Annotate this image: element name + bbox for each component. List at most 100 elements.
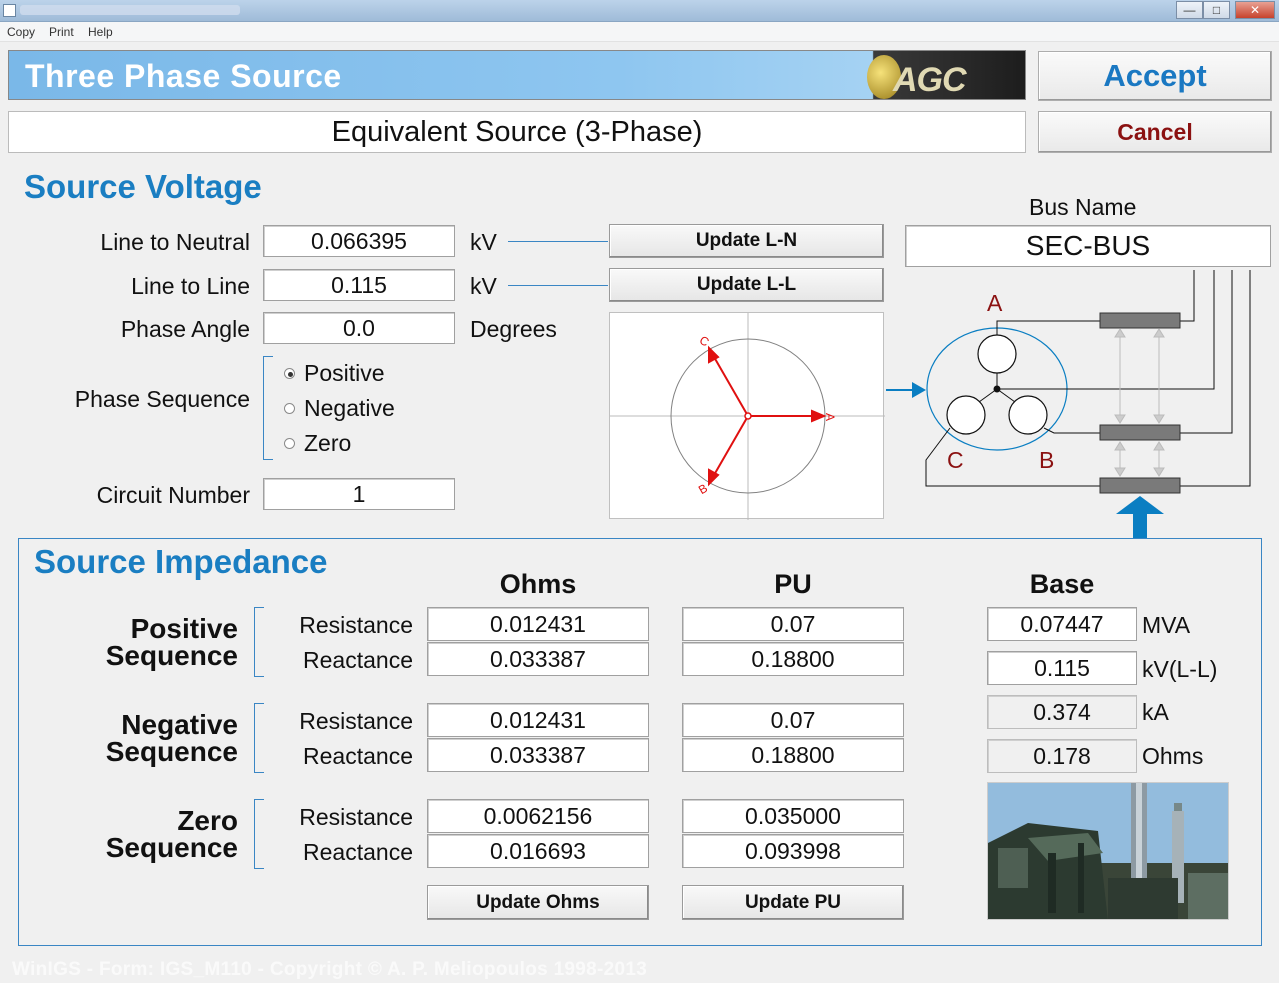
agc-logo: AGC bbox=[859, 55, 999, 99]
bus-bar-a bbox=[1099, 312, 1181, 329]
base-kv-unit: kV(L-L) bbox=[1142, 656, 1218, 682]
update-ln-button[interactable]: Update L-N bbox=[609, 224, 884, 258]
window-titlebar[interactable]: — □ ✕ bbox=[0, 0, 1279, 22]
line-to-line-label: Line to Line bbox=[131, 273, 250, 299]
source-impedance-title: Source Impedance bbox=[34, 543, 328, 580]
seq-zero-label: Zero Sequence bbox=[40, 807, 238, 862]
menu-item-print[interactable]: Print bbox=[49, 25, 74, 39]
col-header-pu: PU bbox=[774, 569, 812, 599]
line-to-neutral-unit: kV bbox=[470, 229, 497, 255]
pos-resistance-ohms[interactable]: 0.012431 bbox=[427, 607, 649, 641]
footer-copyright: WinIGS - Form: IGS_M110 - Copyright © A.… bbox=[12, 959, 648, 980]
close-button[interactable]: ✕ bbox=[1235, 1, 1275, 19]
connector-line-ll bbox=[508, 285, 608, 286]
zero-reactance-ohms[interactable]: 0.016693 bbox=[427, 834, 649, 868]
pos-reactance-label: Reactance bbox=[303, 647, 413, 673]
pos-reactance-ohms[interactable]: 0.033387 bbox=[427, 642, 649, 676]
radio-negative-label: Negative bbox=[304, 395, 395, 421]
circuit-number-input[interactable]: 1 bbox=[263, 478, 455, 510]
form-header: Three Phase Source AGC bbox=[8, 50, 1026, 100]
line-to-neutral-input[interactable]: 0.066395 bbox=[263, 225, 455, 257]
neg-reactance-label: Reactance bbox=[303, 743, 413, 769]
base-mva-unit: MVA bbox=[1142, 612, 1191, 638]
schematic-input-arrow bbox=[912, 382, 926, 398]
power-plant-photo bbox=[987, 782, 1229, 920]
circuit-number-label: Circuit Number bbox=[96, 482, 250, 508]
menu-item-help[interactable]: Help bbox=[88, 25, 113, 39]
phase-angle-input[interactable]: 0.0 bbox=[263, 312, 455, 344]
base-ohms-unit: Ohms bbox=[1142, 743, 1204, 769]
accept-button[interactable]: Accept bbox=[1038, 51, 1272, 101]
maximize-button[interactable]: □ bbox=[1203, 1, 1230, 19]
neg-resistance-pu[interactable]: 0.07 bbox=[682, 703, 904, 737]
bus-name-input[interactable]: SEC-BUS bbox=[905, 225, 1271, 267]
radio-negative[interactable]: Negative bbox=[284, 395, 444, 424]
radio-negative-dot[interactable] bbox=[284, 403, 295, 414]
radio-positive-label: Positive bbox=[304, 360, 385, 386]
seq-positive-line1: Positive bbox=[130, 613, 238, 644]
minimize-button[interactable]: — bbox=[1176, 1, 1203, 19]
phasor-a-arrow bbox=[811, 409, 827, 423]
phasor-diagram: A B C bbox=[609, 312, 885, 520]
seq-zero-bracket bbox=[254, 799, 264, 869]
phase-sequence-label: Phase Sequence bbox=[74, 386, 250, 412]
zero-resistance-pu[interactable]: 0.035000 bbox=[682, 799, 904, 833]
seq-positive-bracket bbox=[254, 607, 264, 677]
schematic-label-b: B bbox=[1039, 447, 1054, 473]
power-plant-photo-svg bbox=[988, 783, 1228, 919]
logo-text: AGC bbox=[893, 61, 967, 99]
form-title: Three Phase Source bbox=[25, 58, 342, 94]
col-header-ohms: Ohms bbox=[499, 569, 577, 599]
source-schematic: A B C bbox=[884, 270, 1279, 538]
phase-sequence-bracket bbox=[263, 356, 273, 460]
menu-item-copy[interactable]: Copy bbox=[7, 25, 35, 39]
schematic-label-a: A bbox=[987, 290, 1003, 316]
phasor-origin bbox=[744, 412, 752, 420]
radio-zero-dot[interactable] bbox=[284, 438, 295, 449]
phasor-b-line bbox=[709, 415, 749, 483]
phase-angle-label: Phase Angle bbox=[120, 316, 250, 342]
zero-reactance-pu[interactable]: 0.093998 bbox=[682, 834, 904, 868]
base-mva-input[interactable]: 0.07447 bbox=[987, 607, 1137, 641]
base-ka-value: 0.374 bbox=[987, 695, 1137, 729]
neg-reactance-pu[interactable]: 0.18800 bbox=[682, 738, 904, 772]
pos-resistance-label: Resistance bbox=[299, 612, 413, 638]
source-voltage-title: Source Voltage bbox=[24, 168, 262, 205]
radio-zero[interactable]: Zero bbox=[284, 430, 444, 459]
cancel-button[interactable]: Cancel bbox=[1038, 111, 1272, 153]
phasor-svg: A B C bbox=[610, 313, 885, 520]
pos-reactance-pu[interactable]: 0.18800 bbox=[682, 642, 904, 676]
radio-positive-dot[interactable] bbox=[284, 368, 295, 379]
phase-angle-unit: Degrees bbox=[470, 316, 557, 342]
seq-negative-bracket bbox=[254, 703, 264, 773]
neg-resistance-label: Resistance bbox=[299, 708, 413, 734]
phasor-c-line bbox=[709, 349, 749, 417]
connector-line-ln bbox=[508, 241, 608, 242]
phasor-label-b: B bbox=[696, 481, 710, 497]
line-to-neutral-label: Line to Neutral bbox=[100, 229, 250, 255]
phasor-label-a: A bbox=[823, 413, 837, 421]
base-kv-input[interactable]: 0.115 bbox=[987, 651, 1137, 685]
zero-resistance-ohms[interactable]: 0.0062156 bbox=[427, 799, 649, 833]
phasor-label-c: C bbox=[697, 333, 712, 350]
update-pu-button[interactable]: Update PU bbox=[682, 885, 904, 920]
coil-a bbox=[977, 334, 1017, 374]
pos-resistance-pu[interactable]: 0.07 bbox=[682, 607, 904, 641]
line-to-line-input[interactable]: 0.115 bbox=[263, 269, 455, 301]
seq-negative-line2: Sequence bbox=[105, 736, 238, 767]
update-ohms-button[interactable]: Update Ohms bbox=[427, 885, 649, 920]
app-icon bbox=[3, 4, 16, 17]
seq-positive-line2: Sequence bbox=[105, 640, 238, 671]
radio-positive[interactable]: Positive bbox=[284, 360, 444, 389]
neg-resistance-ohms[interactable]: 0.012431 bbox=[427, 703, 649, 737]
update-ll-button[interactable]: Update L-L bbox=[609, 268, 884, 302]
seq-positive-label: Positive Sequence bbox=[40, 613, 238, 671]
col-header-base: Base bbox=[1029, 569, 1095, 599]
zero-resistance-label: Resistance bbox=[299, 804, 413, 830]
schematic-label-c: C bbox=[947, 447, 964, 473]
form-subtitle: Equivalent Source (3-Phase) bbox=[8, 111, 1026, 153]
neg-reactance-ohms[interactable]: 0.033387 bbox=[427, 738, 649, 772]
schematic-output-arrow bbox=[1116, 496, 1164, 514]
window-title-blurred bbox=[20, 5, 240, 15]
line-to-line-unit: kV bbox=[470, 273, 497, 299]
